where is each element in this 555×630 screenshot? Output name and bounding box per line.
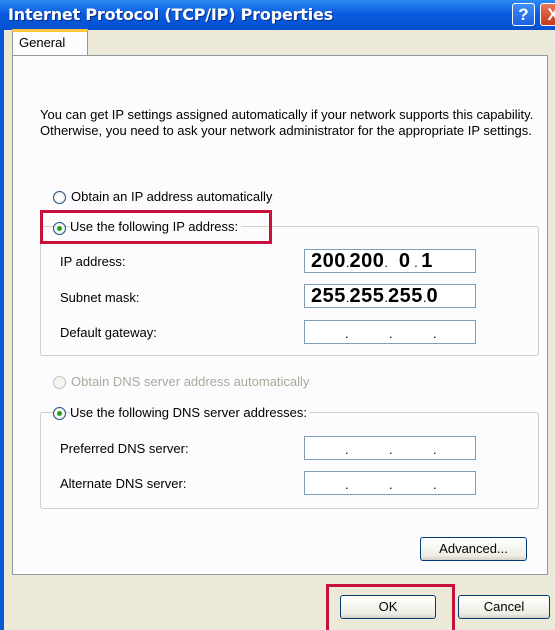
description-text: You can get IP settings assigned automat… — [40, 107, 534, 138]
advanced-button[interactable]: Advanced... — [420, 537, 527, 561]
mask-octet-3: 255 — [388, 285, 423, 307]
help-icon[interactable]: ? — [512, 3, 535, 26]
ip-address-field[interactable]: 200.200. 0 . 1 — [304, 249, 476, 273]
close-icon[interactable]: X — [540, 3, 555, 26]
ip-address-label: IP address: — [60, 254, 126, 269]
mask-octet-2: 255 — [349, 285, 385, 307]
use-following-dns-label[interactable]: Use the following DNS server addresses: — [70, 405, 310, 420]
use-following-ip-radio[interactable] — [53, 222, 66, 235]
subnet-mask-field[interactable]: 255.255.255.0 — [304, 284, 476, 308]
ip-octet-4: 1 — [421, 250, 433, 272]
preferred-dns-label: Preferred DNS server: — [60, 441, 189, 456]
obtain-ip-auto-label[interactable]: Obtain an IP address automatically — [71, 189, 272, 204]
ip-octet-3: 0 — [398, 250, 411, 272]
window-title: Internet Protocol (TCP/IP) Properties — [8, 5, 333, 24]
ip-octet-1: 200 — [311, 250, 346, 272]
cancel-button[interactable]: Cancel — [458, 595, 550, 619]
properties-dialog: Internet Protocol (TCP/IP) Properties ? … — [0, 0, 555, 630]
use-following-dns-radio[interactable] — [53, 407, 66, 420]
obtain-ip-auto-radio[interactable] — [53, 191, 66, 204]
mask-octet-1: 255 — [311, 285, 346, 307]
obtain-dns-auto-label[interactable]: Obtain DNS server address automatically — [71, 374, 309, 389]
title-bar[interactable]: Internet Protocol (TCP/IP) Properties ? … — [0, 0, 555, 30]
alternate-dns-label: Alternate DNS server: — [60, 476, 187, 491]
ip-octet-2: 200 — [349, 250, 385, 272]
ok-button-highlight — [326, 584, 455, 630]
obtain-dns-auto-radio[interactable] — [53, 376, 66, 389]
subnet-mask-label: Subnet mask: — [60, 290, 140, 305]
default-gateway-label: Default gateway: — [60, 325, 157, 340]
use-following-ip-label[interactable]: Use the following IP address: — [70, 219, 242, 234]
tab-general[interactable]: General — [12, 29, 88, 55]
mask-octet-4: 0 — [426, 285, 439, 307]
preferred-dns-field[interactable]: . . . — [304, 436, 476, 460]
alternate-dns-field[interactable]: . . . — [304, 471, 476, 495]
default-gateway-field[interactable]: . . . — [304, 320, 476, 344]
